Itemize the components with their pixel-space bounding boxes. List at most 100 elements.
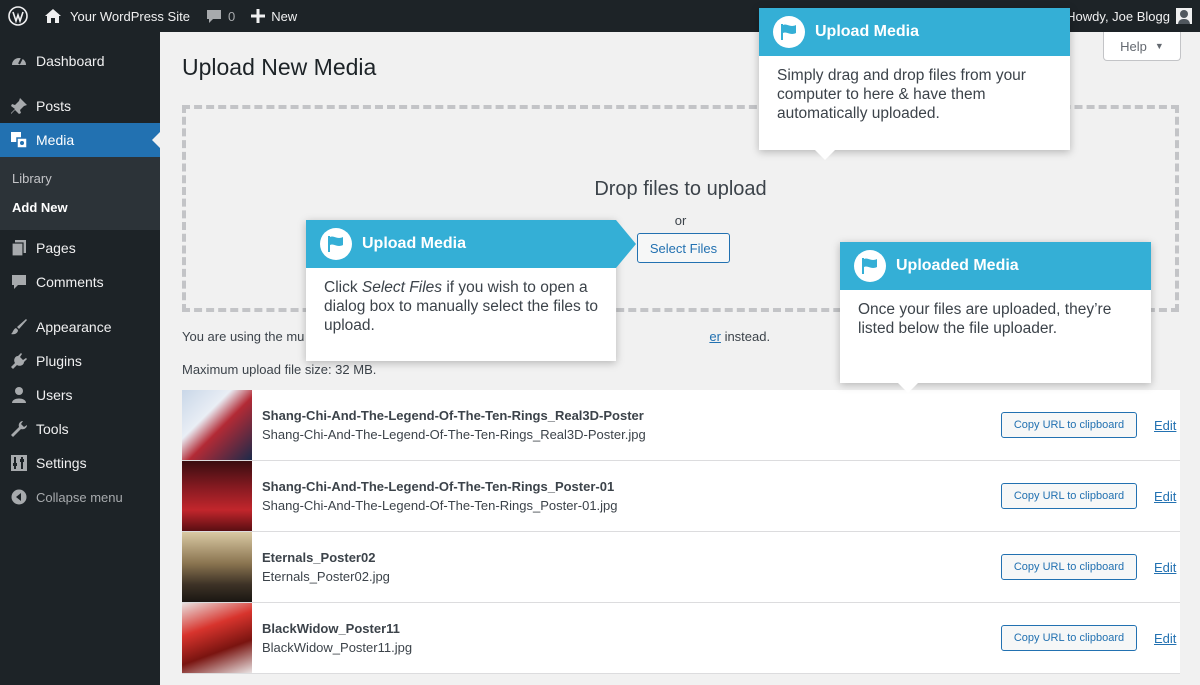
menu-item-users[interactable]: Users [0, 378, 160, 412]
copy-url-button[interactable]: Copy URL to clipboard [1001, 483, 1137, 509]
menu-label: Media [36, 132, 75, 148]
tooltip-body: Simply drag and drop files from your com… [777, 67, 1026, 122]
uploader-info-text: You are using the mu [182, 329, 305, 344]
thumbnail [182, 532, 252, 602]
comment-icon [10, 273, 28, 291]
copy-url-button[interactable]: Copy URL to clipboard [1001, 554, 1137, 580]
menu-label: Users [36, 387, 73, 403]
menu-label: Settings [36, 455, 87, 471]
media-filename: Eternals_Poster02.jpg [262, 569, 390, 584]
tooltip-body-text: Click [324, 279, 362, 296]
new-label: New [271, 8, 298, 24]
wrench-icon [10, 420, 28, 438]
tooltip-body: Click Select Files if you wish to open a… [306, 268, 616, 335]
media-filename: Shang-Chi-And-The-Legend-Of-The-Ten-Ring… [262, 498, 618, 513]
site-name-link[interactable]: Your WordPress Site [36, 0, 198, 32]
uploader-info-suffix: instead. [720, 329, 771, 344]
tooltip-header: Upload Media [306, 220, 616, 268]
menu-label: Appearance [36, 319, 112, 335]
media-title: Shang-Chi-And-The-Legend-Of-The-Ten-Ring… [262, 408, 644, 423]
account-menu[interactable]: Howdy, Joe Blogg [1066, 0, 1200, 32]
admin-sidebar: Dashboard Posts Media Library Add New Pa… [0, 32, 160, 685]
media-title: BlackWidow_Poster11 [262, 621, 400, 636]
edit-link[interactable]: Edit [1154, 489, 1176, 504]
select-files-button[interactable]: Select Files [637, 233, 730, 263]
menu-label: Tools [36, 421, 69, 437]
tooltip-body-emphasis: Select Files [361, 279, 443, 296]
help-label: Help [1120, 38, 1147, 54]
list-item: BlackWidow_Poster11 BlackWidow_Poster11.… [182, 603, 1180, 674]
flag-icon [320, 228, 352, 260]
media-list: Shang-Chi-And-The-Legend-Of-The-Ten-Ring… [182, 390, 1180, 674]
copy-url-button[interactable]: Copy URL to clipboard [1001, 412, 1137, 438]
menu-item-appearance[interactable]: Appearance [0, 310, 160, 344]
caret-down-icon: ▼ [1154, 41, 1164, 51]
tooltip-upload-media-select: Upload Media Click Select Files if you w… [306, 220, 636, 361]
avatar [1176, 8, 1192, 24]
submenu-item-library[interactable]: Library [0, 164, 160, 193]
comment-bubble-icon [206, 9, 221, 23]
tooltip-header: Upload Media [759, 8, 1070, 56]
edit-link[interactable]: Edit [1154, 560, 1176, 575]
brush-icon [10, 318, 28, 336]
plug-icon [10, 352, 28, 370]
edit-link[interactable]: Edit [1154, 418, 1176, 433]
menu-item-pages[interactable]: Pages [0, 231, 160, 265]
tooltip-pointer [898, 383, 918, 393]
menu-item-tools[interactable]: Tools [0, 412, 160, 446]
menu-label: Plugins [36, 353, 82, 369]
max-upload-size: Maximum upload file size: 32 MB. [182, 362, 377, 377]
list-item: Shang-Chi-And-The-Legend-Of-The-Ten-Ring… [182, 461, 1180, 532]
media-title: Eternals_Poster02 [262, 550, 376, 565]
tooltip-title: Upload Media [815, 23, 920, 40]
menu-item-settings[interactable]: Settings [0, 446, 160, 480]
comments-count: 0 [227, 8, 236, 24]
flag-icon [854, 250, 886, 282]
pages-icon [10, 239, 28, 257]
tooltip-uploaded-media: Uploaded Media Once your files are uploa… [840, 242, 1151, 393]
submenu-item-add-new[interactable]: Add New [0, 193, 160, 222]
menu-item-comments[interactable]: Comments [0, 265, 160, 299]
tooltip-body: Once your files are uploaded, they’re li… [858, 301, 1112, 337]
menu-label: Comments [36, 274, 104, 290]
tooltip-header: Uploaded Media [840, 242, 1151, 290]
menu-item-dashboard[interactable]: Dashboard [0, 44, 160, 78]
new-content-link[interactable]: New [243, 0, 305, 32]
tooltip-pointer [616, 220, 636, 268]
browser-uploader-link[interactable]: er [709, 329, 721, 344]
wordpress-logo-icon[interactable] [0, 0, 36, 32]
menu-item-media[interactable]: Media [0, 123, 160, 157]
tooltip-title: Uploaded Media [896, 257, 1019, 274]
page-title: Upload New Media [182, 54, 377, 80]
site-name-label: Your WordPress Site [70, 8, 190, 24]
menu-label: Pages [36, 240, 76, 256]
collapse-arrow-icon [10, 488, 28, 506]
help-button[interactable]: Help ▼ [1103, 32, 1181, 61]
menu-item-posts[interactable]: Posts [0, 89, 160, 123]
home-icon [45, 9, 61, 23]
drop-title: Drop files to upload [594, 178, 767, 200]
edit-link[interactable]: Edit [1154, 631, 1176, 646]
tooltip-pointer [815, 150, 835, 160]
list-item: Shang-Chi-And-The-Legend-Of-The-Ten-Ring… [182, 390, 1180, 461]
sliders-icon [10, 454, 28, 472]
media-icon [10, 131, 28, 149]
copy-url-button[interactable]: Copy URL to clipboard [1001, 625, 1137, 651]
collapse-menu-button[interactable]: Collapse menu [0, 480, 160, 514]
tooltip-title: Upload Media [362, 235, 467, 252]
thumbnail [182, 390, 252, 460]
media-filename: Shang-Chi-And-The-Legend-Of-The-Ten-Ring… [262, 427, 646, 442]
media-title: Shang-Chi-And-The-Legend-Of-The-Ten-Ring… [262, 479, 615, 494]
howdy-label: Howdy, Joe Blogg [1066, 8, 1170, 24]
menu-item-plugins[interactable]: Plugins [0, 344, 160, 378]
plus-icon [251, 9, 266, 23]
menu-label: Dashboard [36, 53, 105, 69]
media-submenu: Library Add New [0, 157, 160, 230]
menu-label: Posts [36, 98, 72, 114]
user-icon [10, 386, 28, 404]
comments-link[interactable]: 0 [198, 0, 243, 32]
media-filename: BlackWidow_Poster11.jpg [262, 640, 413, 655]
list-item: Eternals_Poster02 Eternals_Poster02.jpg … [182, 532, 1180, 603]
dashboard-icon [10, 52, 28, 70]
thumbnail [182, 603, 252, 673]
